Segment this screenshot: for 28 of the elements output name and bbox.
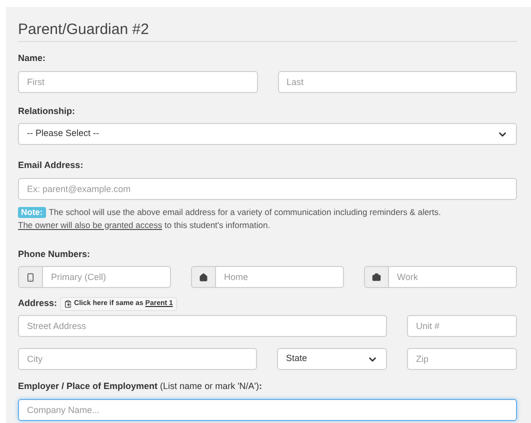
- zip-field[interactable]: Zip: [407, 348, 517, 370]
- street-field[interactable]: Street Address: [18, 315, 387, 337]
- email-field[interactable]: Ex: parent@example.com: [18, 178, 517, 200]
- note-badge: Note:: [18, 206, 46, 218]
- briefcase-icon: [372, 272, 381, 282]
- section-title: Parent/Guardian #2: [18, 21, 150, 39]
- phone-field[interactable]: Work: [389, 266, 517, 288]
- name-field[interactable]: Last: [278, 70, 517, 92]
- home-icon: [199, 272, 208, 282]
- state-select[interactable]: State: [277, 348, 387, 370]
- phone-field[interactable]: Primary (Cell): [43, 266, 171, 288]
- access-link[interactable]: The owner will also be granted access: [18, 220, 162, 230]
- note-text: The owner will also be granted access to this student's information.: [18, 218, 270, 232]
- relationship-select[interactable]: -- Please Select --: [18, 123, 517, 145]
- field-label: Email Address:: [18, 159, 84, 172]
- clipboard-icon: [64, 300, 72, 308]
- note-text: The school will use the above email address for a variety of communication including reminders & alerts.: [48, 206, 441, 218]
- phone-icon: [26, 272, 35, 282]
- field-label: Employer / Place of Employment (List name or mark 'N/A'):: [18, 380, 264, 393]
- field-label: Phone Numbers:: [18, 248, 92, 260]
- unit-field[interactable]: Unit #: [407, 315, 517, 337]
- field-label: Address:: [18, 297, 58, 310]
- phone-field[interactable]: Home: [216, 266, 344, 288]
- field-label: Relationship:: [18, 104, 76, 118]
- company-field[interactable]: Company Name...: [18, 398, 517, 420]
- name-field[interactable]: First: [18, 70, 258, 92]
- city-field[interactable]: City: [18, 348, 257, 370]
- field-label: Name:: [18, 52, 47, 65]
